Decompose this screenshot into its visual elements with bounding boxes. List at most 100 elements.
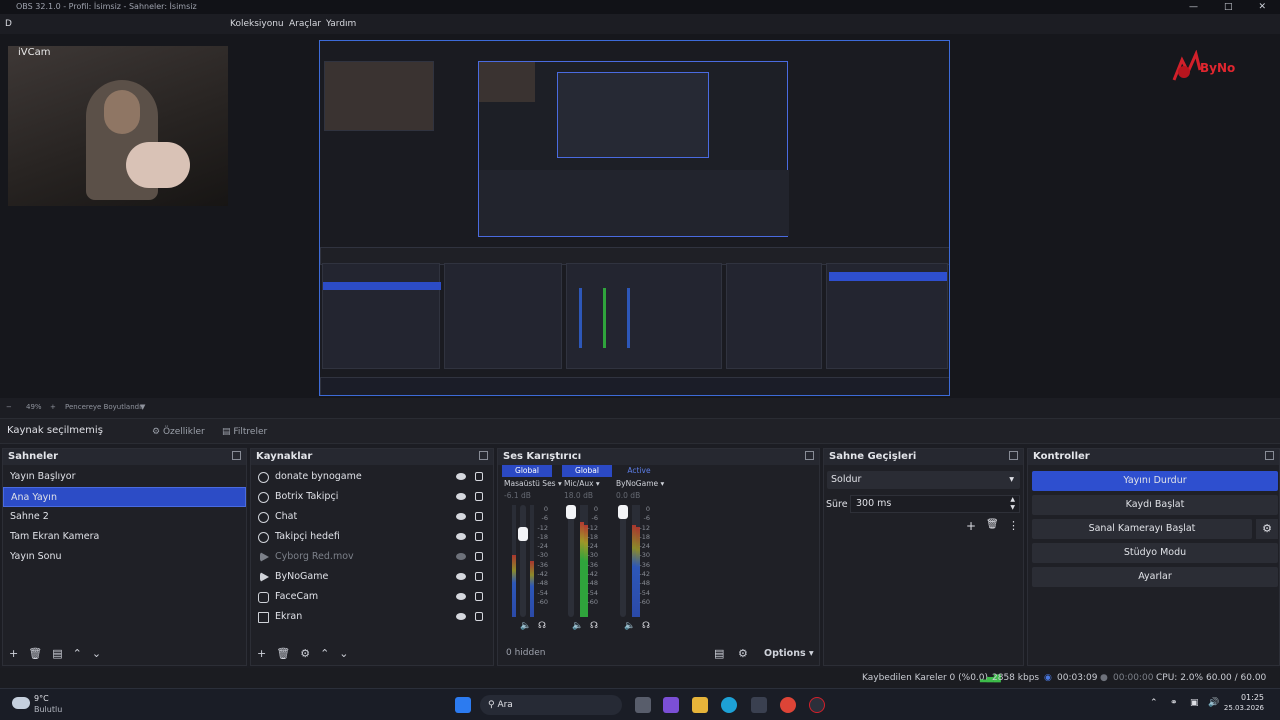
source-item[interactable]: ByNoGame [251, 567, 493, 587]
obs-icon[interactable] [809, 697, 825, 713]
eye-icon[interactable] [456, 493, 466, 500]
eye-icon[interactable] [456, 513, 466, 520]
eye-icon[interactable] [456, 573, 466, 580]
properties-button[interactable]: ⚙ Özellikler [146, 423, 211, 441]
trash-icon[interactable]: 🗑 [986, 519, 999, 530]
move-up-icon[interactable]: ⌃ [73, 647, 82, 660]
studio-mode-button[interactable]: Stüdyo Modu [1032, 543, 1278, 563]
scene-item[interactable]: Tam Ekran Kamera [3, 527, 246, 547]
edge-icon[interactable] [721, 697, 737, 713]
duration-input[interactable]: 300 ms ▲ ▼ [850, 495, 1020, 513]
channel-name[interactable]: Masaüstü Ses ▾ [502, 477, 562, 490]
lock-icon[interactable] [475, 492, 483, 501]
menu-collection[interactable]: Koleksiyonu [230, 14, 284, 34]
eye-icon[interactable] [456, 613, 466, 620]
stepper-icon[interactable]: ▲ ▼ [1010, 496, 1015, 512]
scene-item[interactable]: Yayın Sonu [3, 547, 246, 567]
source-item[interactable]: Cyborg Red.mov [251, 547, 493, 567]
zoom-out-icon[interactable]: − [6, 398, 12, 416]
add-icon[interactable]: + [966, 519, 976, 533]
gear-icon[interactable]: ⚙ [1256, 519, 1278, 539]
close-icon[interactable]: ✕ [1258, 0, 1266, 14]
source-item[interactable]: FaceCam [251, 587, 493, 607]
headphones-icon[interactable]: ☊ [538, 621, 546, 631]
fit-to-window[interactable]: Pencereye Boyutlandır [65, 398, 144, 416]
lock-icon[interactable] [475, 532, 483, 541]
stop-stream-button[interactable]: Yayını Durdur [1032, 471, 1278, 491]
menu-tools[interactable]: Araçlar [289, 14, 321, 34]
eye-hidden-icon[interactable] [456, 553, 466, 560]
mute-icon[interactable]: 🔈 [520, 621, 531, 631]
more-icon[interactable]: ⋮ [1008, 519, 1019, 532]
headphones-icon[interactable]: ☊ [642, 621, 650, 631]
undock-icon[interactable] [805, 451, 814, 460]
network-icon[interactable]: ▣ [1190, 698, 1199, 708]
store-icon[interactable] [751, 697, 767, 713]
filter-icon[interactable]: ▤ [52, 647, 62, 660]
undock-icon[interactable] [1265, 451, 1274, 460]
move-down-icon[interactable]: ⌄ [339, 647, 348, 660]
explorer-icon[interactable] [692, 697, 708, 713]
task-view-icon[interactable] [635, 697, 651, 713]
source-item[interactable]: Ekran [251, 607, 493, 627]
add-icon[interactable]: + [257, 647, 266, 660]
mic-icon[interactable]: ⚭ [1170, 698, 1178, 708]
volume-icon[interactable]: 🔊 [1208, 698, 1219, 708]
transition-select[interactable]: Soldur ▾ [827, 471, 1020, 489]
clock-date[interactable]: 25.03.2026 [1222, 704, 1264, 712]
lock-icon[interactable] [475, 472, 483, 481]
taskbar-search[interactable]: ⚲ Ara [480, 695, 622, 715]
source-item[interactable]: Takipçi hedefi [251, 527, 493, 547]
trash-icon[interactable]: 🗑 [28, 647, 42, 660]
eye-icon[interactable] [456, 593, 466, 600]
mixer-options-button[interactable]: Options ▾ [764, 648, 814, 659]
channel-name[interactable]: Mic/Aux ▾ [562, 477, 612, 490]
maximize-icon[interactable]: □ [1224, 0, 1233, 14]
chrome-icon[interactable] [780, 697, 796, 713]
advanced-audio-icon[interactable]: ⚙ [738, 647, 748, 660]
move-down-icon[interactable]: ⌄ [92, 647, 101, 660]
zoom-in-icon[interactable]: + [50, 398, 56, 416]
windows-start-icon[interactable] [455, 697, 471, 713]
volume-slider[interactable] [566, 505, 576, 617]
undock-icon[interactable] [232, 451, 241, 460]
lock-icon[interactable] [475, 512, 483, 521]
menu-help[interactable]: Yardım [326, 14, 356, 34]
layout-icon[interactable]: ▤ [714, 647, 724, 660]
source-item[interactable]: Botrix Takipçi [251, 487, 493, 507]
trash-icon[interactable]: 🗑 [276, 647, 290, 660]
settings-button[interactable]: Ayarlar [1032, 567, 1278, 587]
source-item[interactable]: donate bynogame [251, 467, 493, 487]
lock-icon[interactable] [475, 612, 483, 621]
scene-item-selected[interactable]: Ana Yayın [3, 487, 246, 507]
filters-button[interactable]: ▤ Filtreler [216, 423, 273, 441]
volume-slider[interactable] [618, 505, 628, 617]
lock-icon[interactable] [475, 552, 483, 561]
webcam-feed: iVCam [8, 46, 228, 206]
add-icon[interactable]: + [9, 647, 18, 660]
start-record-button[interactable]: Kaydı Başlat [1032, 495, 1278, 515]
channel-name[interactable]: ByNoGame ▾ [614, 477, 664, 490]
zoom-dropdown-icon[interactable]: ▼ [140, 398, 145, 416]
mute-icon[interactable]: 🔈 [624, 621, 635, 631]
minimize-icon[interactable]: — [1189, 0, 1198, 14]
lock-icon[interactable] [475, 592, 483, 601]
scene-item[interactable]: Sahne 2 [3, 507, 246, 527]
tray-chevron-icon[interactable]: ⌃ [1150, 698, 1158, 708]
eye-icon[interactable] [456, 473, 466, 480]
move-up-icon[interactable]: ⌃ [320, 647, 329, 660]
mute-icon[interactable]: 🔈 [572, 621, 583, 631]
undock-icon[interactable] [479, 451, 488, 460]
copilot-icon[interactable] [663, 697, 679, 713]
lock-icon[interactable] [475, 572, 483, 581]
source-item[interactable]: Chat [251, 507, 493, 527]
headphones-icon[interactable]: ☊ [590, 621, 598, 631]
start-virtualcam-button[interactable]: Sanal Kamerayı Başlat [1032, 519, 1252, 539]
eye-icon[interactable] [456, 533, 466, 540]
gear-icon[interactable]: ⚙ [300, 647, 310, 660]
clock-time[interactable]: 01:25 [1226, 693, 1264, 702]
menu-file[interactable]: D [5, 14, 12, 34]
undock-icon[interactable] [1009, 451, 1018, 460]
scene-item[interactable]: Yayın Başlıyor [3, 467, 246, 487]
volume-slider[interactable] [518, 505, 528, 617]
